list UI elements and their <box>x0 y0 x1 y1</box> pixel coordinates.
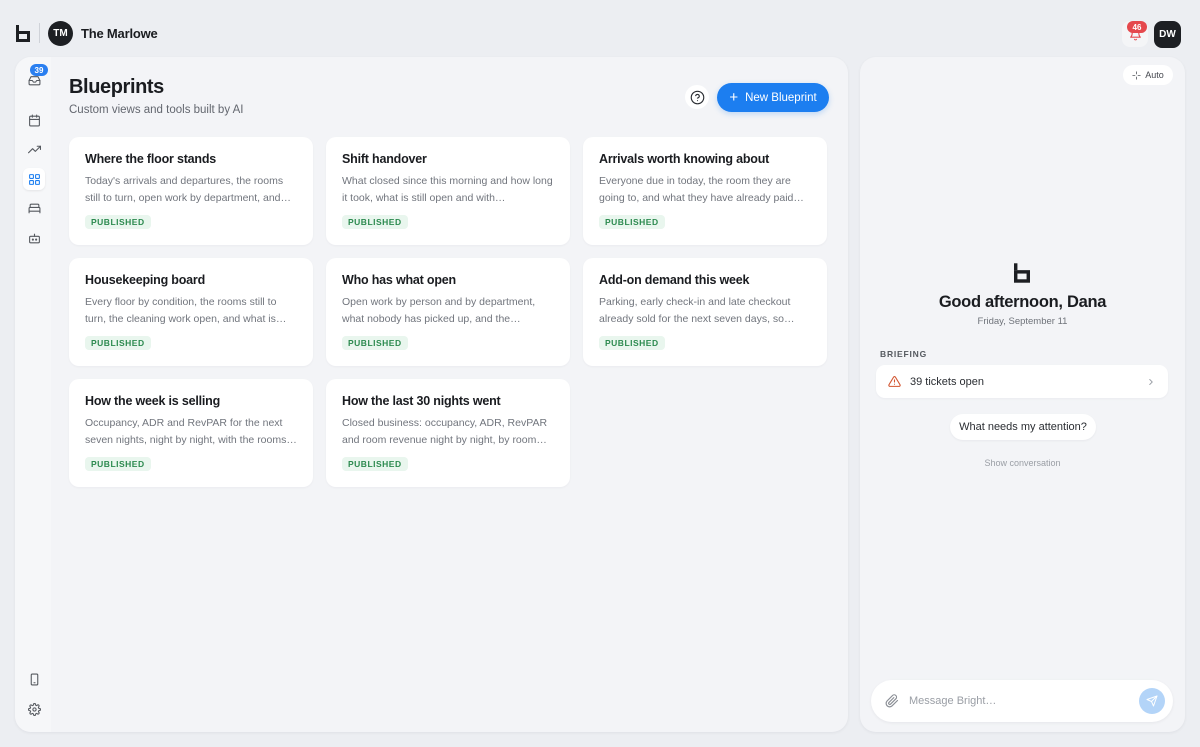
plus-icon: + <box>729 89 739 106</box>
paperclip-icon[interactable] <box>885 694 899 708</box>
status-badge: PUBLISHED <box>599 215 665 229</box>
assistant-logo-icon <box>1014 263 1030 283</box>
user-avatar[interactable]: DW <box>1154 21 1181 48</box>
briefing-heading: BRIEFING <box>880 349 928 359</box>
status-badge: PUBLISHED <box>85 457 151 471</box>
help-button[interactable] <box>685 85 709 109</box>
card-description: Every floor by condition, the rooms stil… <box>85 296 287 325</box>
card-description: What closed since this morning and how l… <box>342 175 553 204</box>
card-description: Everyone due in today, the room they are… <box>599 175 804 204</box>
current-date: Friday, September 11 <box>977 316 1068 327</box>
top-bar: TM The Marlowe 46 DW <box>0 0 1200 62</box>
chevron-right-icon <box>1149 378 1153 385</box>
property-name[interactable]: The Marlowe <box>81 26 158 41</box>
mode-label: Auto <box>1145 70 1164 80</box>
new-blueprint-button[interactable]: + New Blueprint <box>717 83 829 112</box>
warning-icon <box>888 376 901 387</box>
notification-count-badge: 46 <box>1127 21 1147 33</box>
blueprint-card[interactable]: How the week is selling Occupancy, ADR a… <box>69 379 313 487</box>
mobile-icon <box>30 673 38 685</box>
send-icon <box>1146 695 1158 707</box>
help-icon <box>690 90 704 104</box>
page-subtitle: Custom views and tools built by AI <box>69 104 244 116</box>
robot-icon <box>28 233 40 243</box>
status-badge: PUBLISHED <box>342 215 408 229</box>
blueprint-card[interactable]: Housekeeping board Every floor by condit… <box>69 258 313 366</box>
assistant-panel: Auto Good afternoon, Dana Friday, Septem… <box>860 57 1185 732</box>
blueprints-panel: 39 Blueprints Custom views and tools bui… <box>15 57 848 732</box>
calendar-icon <box>28 114 40 126</box>
send-button[interactable] <box>1139 688 1165 714</box>
message-composer <box>871 680 1173 722</box>
inbox-count-badge: 39 <box>30 64 48 76</box>
card-description: Closed business: occupancy, ADR, RevPAR … <box>342 417 548 446</box>
page-title: Blueprints <box>69 76 164 98</box>
sparkle-icon <box>1132 70 1141 80</box>
divider <box>39 23 40 43</box>
briefing-item[interactable]: 39 tickets open <box>876 365 1168 398</box>
card-title: Where the floor stands <box>85 152 217 166</box>
card-description: Open work by person and by department, w… <box>342 296 536 325</box>
suggestion-chip[interactable]: What needs my attention? <box>950 414 1096 440</box>
status-badge: PUBLISHED <box>599 336 665 350</box>
status-badge: PUBLISHED <box>342 457 408 471</box>
rail-item-settings[interactable] <box>23 698 45 720</box>
rail-item-analytics[interactable] <box>23 138 45 160</box>
card-description: Parking, early check-in and late checkou… <box>599 296 791 325</box>
rail-item-calendar[interactable] <box>23 109 45 131</box>
gear-icon <box>27 702 41 716</box>
app-logo-icon[interactable] <box>16 25 30 42</box>
card-description: Today's arrivals and departures, the roo… <box>85 175 292 204</box>
rail-item-rooms[interactable] <box>23 197 45 219</box>
mode-toggle-button[interactable]: Auto <box>1123 65 1173 85</box>
briefing-item-label: 39 tickets open <box>910 375 984 388</box>
card-title: Housekeeping board <box>85 273 206 287</box>
blueprint-card[interactable]: How the last 30 nights went Closed busin… <box>326 379 570 487</box>
rail-item-mobile[interactable] <box>23 668 45 690</box>
card-title: How the last 30 nights went <box>342 394 501 408</box>
rail-item-automation[interactable] <box>23 227 45 249</box>
blueprint-grid: Where the floor stands Today's arrivals … <box>69 137 829 487</box>
status-badge: PUBLISHED <box>85 336 151 350</box>
card-description: Occupancy, ADR and RevPAR for the next s… <box>85 417 297 446</box>
nav-rail: 39 <box>15 57 51 732</box>
trending-icon <box>27 145 41 153</box>
card-title: How the week is selling <box>85 394 221 408</box>
grid-icon <box>28 173 40 185</box>
blueprint-card[interactable]: Shift handover What closed since this mo… <box>326 137 570 245</box>
card-title: Add-on demand this week <box>599 273 750 287</box>
show-conversation-link[interactable]: Show conversation <box>860 458 1185 468</box>
property-avatar[interactable]: TM <box>48 21 73 46</box>
card-title: Arrivals worth knowing about <box>599 152 770 166</box>
blueprint-card[interactable]: Who has what open Open work by person an… <box>326 258 570 366</box>
blueprint-card[interactable]: Where the floor stands Today's arrivals … <box>69 137 313 245</box>
greeting: Good afternoon, Dana <box>938 293 1107 311</box>
rail-item-blueprints[interactable] <box>23 168 45 190</box>
card-title: Who has what open <box>342 273 456 287</box>
new-blueprint-label: New Blueprint <box>745 91 817 104</box>
blueprint-card[interactable]: Arrivals worth knowing about Everyone du… <box>583 137 827 245</box>
blueprint-card[interactable]: Add-on demand this week Parking, early c… <box>583 258 827 366</box>
message-input[interactable] <box>909 695 1129 707</box>
status-badge: PUBLISHED <box>85 215 151 229</box>
status-badge: PUBLISHED <box>342 336 408 350</box>
card-title: Shift handover <box>342 152 427 166</box>
bed-icon <box>28 203 40 213</box>
